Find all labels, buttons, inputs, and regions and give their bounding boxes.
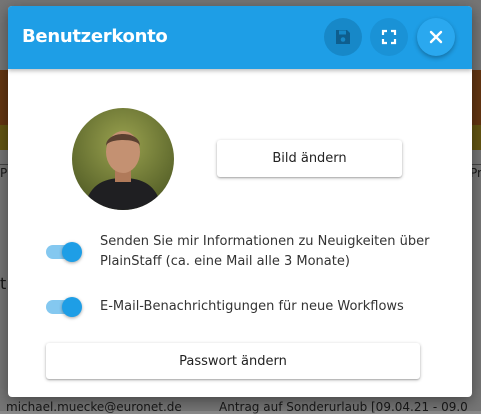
change-password-button[interactable]: Passwort ändern (46, 343, 420, 379)
toggle-thumb (62, 297, 82, 317)
workflow-notifications-label: E-Mail-Benachrichtigungen für neue Workf… (100, 299, 404, 314)
fullscreen-icon (381, 29, 397, 45)
avatar (72, 108, 174, 210)
toggle-thumb (62, 242, 82, 262)
save-button[interactable] (324, 18, 362, 56)
dialog-header: Benutzerkonto (8, 6, 472, 69)
close-icon (429, 30, 443, 44)
news-option-label: Senden Sie mir Informationen zu Neuigkei… (100, 234, 430, 269)
workflow-notifications-toggle[interactable] (46, 295, 84, 319)
save-icon (336, 30, 350, 44)
fullscreen-button[interactable] (370, 18, 408, 56)
change-picture-button[interactable]: Bild ändern (217, 140, 402, 177)
dialog-title: Benutzerkonto (22, 26, 168, 47)
news-toggle[interactable] (46, 240, 84, 264)
user-account-dialog: Benutzerkonto Bild ändern Senden Sie mir… (8, 6, 472, 397)
close-button[interactable] (417, 18, 455, 56)
